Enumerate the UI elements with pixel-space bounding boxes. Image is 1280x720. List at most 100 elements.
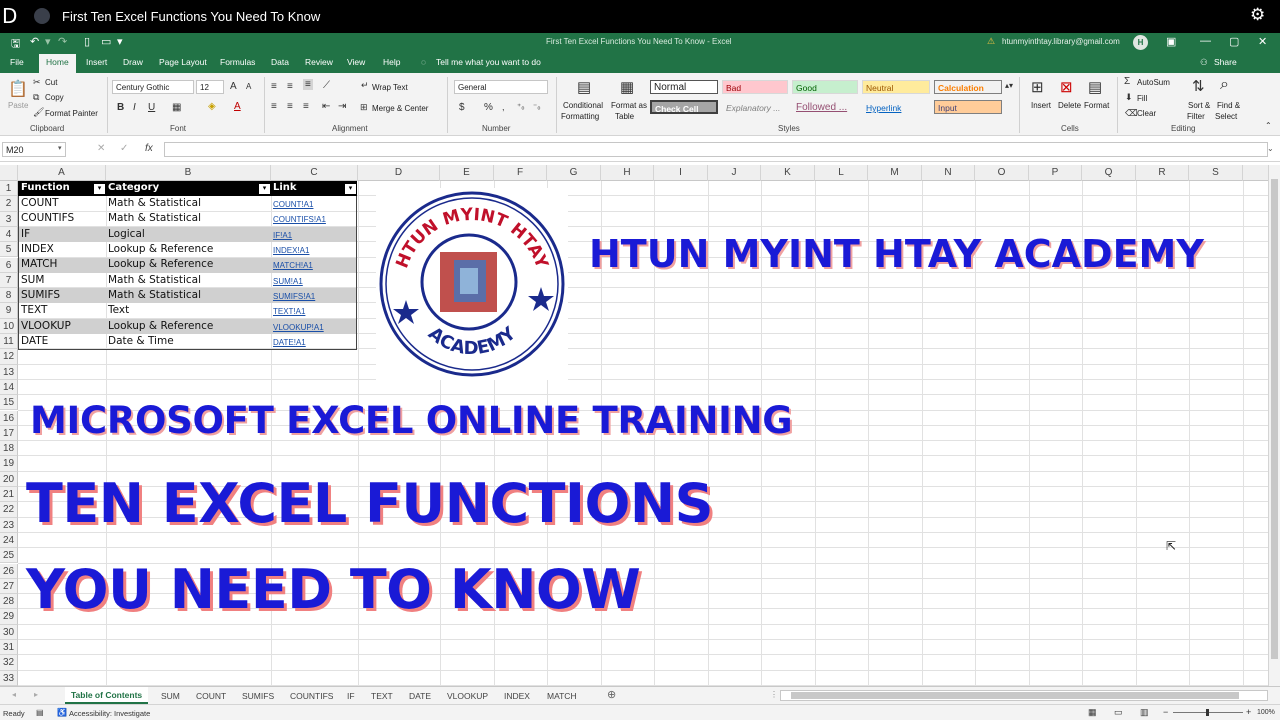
table-cell[interactable]: Lookup & Reference <box>108 320 213 332</box>
sheet-tab-if[interactable]: IF <box>347 687 355 704</box>
tab-view[interactable]: View <box>347 57 365 67</box>
style-hyperlink[interactable]: Hyperlink <box>862 100 930 114</box>
row-header[interactable]: 29 <box>0 609 18 625</box>
cut-button[interactable]: Cut <box>45 78 57 87</box>
fill-color-icon[interactable]: ◈ <box>208 101 216 112</box>
avatar[interactable]: H <box>1133 35 1148 50</box>
formatting-label[interactable]: Formatting <box>561 112 599 121</box>
horizontal-scroll-thumb[interactable] <box>791 692 1239 699</box>
enter-icon[interactable]: ✓ <box>120 143 128 154</box>
hyperlink[interactable]: MATCH!A1 <box>273 261 313 270</box>
row-header[interactable]: 7 <box>0 272 18 289</box>
middle-align-icon[interactable]: ≡ <box>287 81 293 92</box>
row-header[interactable]: 24 <box>0 532 18 549</box>
row-header[interactable]: 11 <box>0 334 18 350</box>
filter-dropdown-icon[interactable]: ▾ <box>345 184 356 194</box>
copy-icon[interactable]: ⧉ <box>33 92 39 103</box>
account-email[interactable]: htunmyinthtay.library@gmail.com <box>1002 37 1120 46</box>
style-good[interactable]: Good <box>792 80 858 94</box>
tab-review[interactable]: Review <box>305 57 333 67</box>
customize-qat-icon[interactable]: ▾ <box>117 35 123 48</box>
ribbon-display-icon[interactable]: ▣ <box>1166 35 1176 48</box>
table-cell[interactable]: Date & Time <box>108 335 174 347</box>
expand-formula-icon[interactable]: ⌄ <box>1267 144 1274 153</box>
format-as-label[interactable]: Format as <box>611 101 647 110</box>
table-cell[interactable]: INDEX <box>21 243 54 255</box>
column-header[interactable]: H <box>601 165 654 181</box>
style-input[interactable]: Input <box>934 100 1002 114</box>
dropdown-icon[interactable]: ▾ <box>45 35 51 48</box>
conditional-formatting-icon[interactable]: ▤ <box>577 78 591 96</box>
name-box-dropdown-icon[interactable]: ▾ <box>58 144 62 152</box>
bold-icon[interactable]: B <box>117 102 124 113</box>
accessibility-status[interactable]: Accessibility: Investigate <box>69 709 150 718</box>
column-header[interactable]: D <box>358 165 440 181</box>
accessibility-icon[interactable]: ♿ <box>57 708 67 717</box>
table-cell[interactable]: Math & Statistical <box>108 274 201 286</box>
tab-page-layout[interactable]: Page Layout <box>159 57 207 67</box>
row-header[interactable]: 17 <box>0 425 18 442</box>
table-cell[interactable]: SUMIFS <box>21 289 60 301</box>
sheet-tab-sum[interactable]: SUM <box>161 687 180 704</box>
format-cells-icon[interactable]: ▤ <box>1088 78 1102 96</box>
sheet-tab-text[interactable]: TEXT <box>371 687 393 704</box>
font-color-icon[interactable]: A <box>234 101 241 112</box>
close-icon[interactable]: ✕ <box>1258 35 1267 48</box>
table-cell[interactable]: Lookup & Reference <box>108 258 213 270</box>
undo-icon[interactable]: ↶ <box>30 35 39 48</box>
restore-icon[interactable]: ▢ <box>1229 35 1239 48</box>
sheet-tab-vlookup[interactable]: VLOOKUP <box>447 687 488 704</box>
table-cell[interactable]: Math & Statistical <box>108 212 201 224</box>
zoom-slider[interactable] <box>1173 709 1243 716</box>
hyperlink[interactable]: SUM!A1 <box>273 277 303 286</box>
row-header[interactable]: 25 <box>0 548 18 564</box>
align-center-icon[interactable]: ≡ <box>287 101 293 112</box>
borders-icon[interactable]: ▦ <box>172 102 181 113</box>
clear-icon[interactable]: ⌫ <box>1125 108 1138 119</box>
insert-function-icon[interactable]: fx <box>145 143 153 154</box>
next-sheet-icon[interactable]: ▸ <box>34 690 38 699</box>
autosum-icon[interactable]: Σ <box>1124 76 1130 87</box>
table-cell[interactable]: IF <box>21 228 30 240</box>
sheet-tab-countifs[interactable]: COUNTIFS <box>290 687 333 704</box>
sheet-tab-match[interactable]: MATCH <box>547 687 577 704</box>
column-header[interactable]: I <box>654 165 708 181</box>
row-header[interactable]: 23 <box>0 517 18 533</box>
row-header[interactable]: 3 <box>0 211 18 227</box>
format-button[interactable]: Format <box>1084 101 1109 110</box>
merge-icon[interactable]: ⊞ <box>360 102 368 113</box>
zoom-out-icon[interactable]: − <box>1163 707 1168 717</box>
row-header[interactable]: 9 <box>0 303 18 319</box>
column-header[interactable]: S <box>1189 165 1243 181</box>
column-header[interactable]: C <box>271 165 358 181</box>
normal-view-icon[interactable]: ▦ <box>1088 707 1097 718</box>
delete-button[interactable]: Delete <box>1058 101 1081 110</box>
tab-draw[interactable]: Draw <box>123 57 143 67</box>
decrease-decimal-icon[interactable]: ⁻₀ <box>533 102 541 111</box>
collapse-ribbon-icon[interactable]: ⌃ <box>1265 121 1272 130</box>
name-box[interactable]: M20 <box>2 142 66 157</box>
sheet-tab-index[interactable]: INDEX <box>504 687 530 704</box>
percent-icon[interactable]: % <box>484 102 493 113</box>
row-header[interactable]: 30 <box>0 624 18 640</box>
orientation-icon[interactable]: ⟋ <box>323 80 330 91</box>
find-select-icon[interactable]: ⌕ <box>1220 76 1229 94</box>
row-header[interactable]: 22 <box>0 502 18 518</box>
table-cell[interactable]: COUNT <box>21 197 59 209</box>
gear-icon[interactable]: ⚙ <box>1250 5 1265 25</box>
sheet-tab-table-of-contents[interactable]: Table of Contents <box>65 687 149 704</box>
vertical-scroll-thumb[interactable] <box>1271 179 1278 659</box>
table-cell[interactable]: TEXT <box>21 304 47 316</box>
profile-icon[interactable] <box>34 8 50 24</box>
zoom-slider-thumb[interactable] <box>1206 709 1209 716</box>
italic-icon[interactable]: I <box>133 102 136 113</box>
hyperlink[interactable]: COUNT!A1 <box>273 200 313 209</box>
row-header[interactable]: 33 <box>0 670 18 686</box>
fill-icon[interactable]: ⬇ <box>1125 92 1133 103</box>
tell-me-search[interactable]: Tell me what you want to do <box>436 57 541 67</box>
row-header[interactable]: 31 <box>0 640 18 656</box>
table-cell[interactable]: Lookup & Reference <box>108 243 213 255</box>
add-sheet-icon[interactable]: ⊕ <box>607 688 616 701</box>
currency-icon[interactable]: $ <box>459 102 465 113</box>
row-header[interactable]: 26 <box>0 563 18 579</box>
